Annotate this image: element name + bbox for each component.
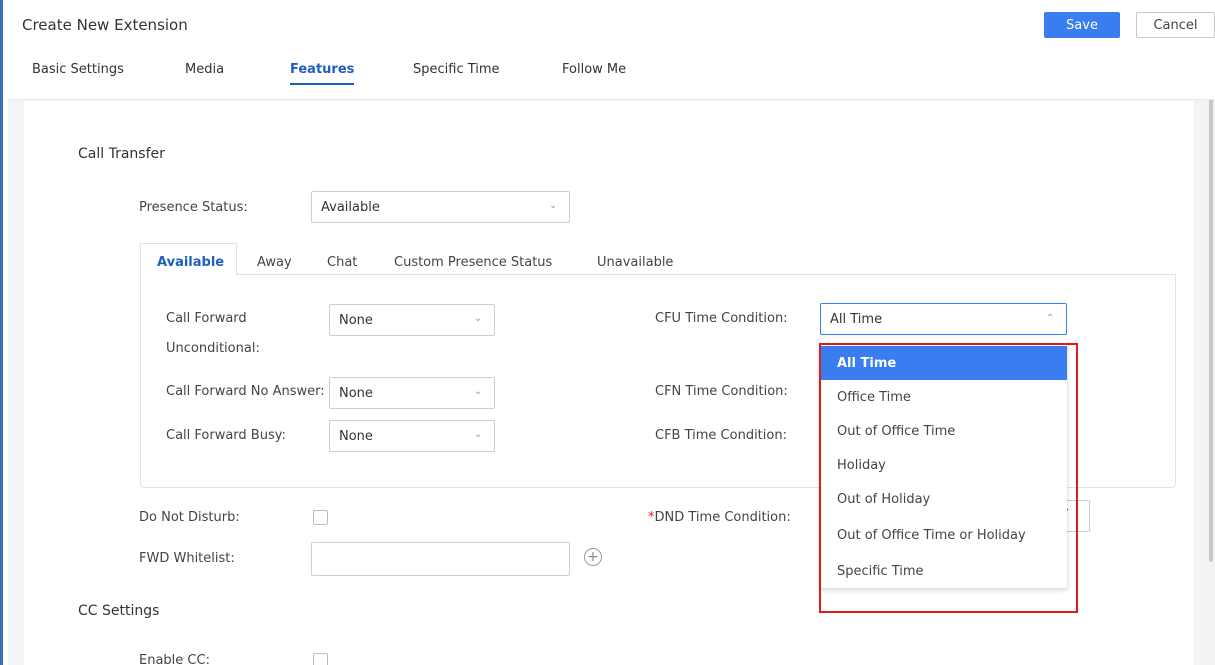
chevron-down-icon: ⌄ (474, 386, 483, 397)
subtab-available[interactable]: Available (157, 255, 224, 270)
tab-media[interactable]: Media (185, 62, 224, 77)
call-forward-busy-select[interactable]: None ⌄ (329, 420, 495, 452)
cfu-time-value: All Time (830, 311, 883, 327)
chevron-down-icon: ⌄ (474, 313, 483, 324)
tab-features[interactable]: Features (290, 62, 355, 85)
cfn-label: Call Forward No Answer: (166, 384, 325, 399)
call-forward-no-answer-select[interactable]: None ⌄ (329, 377, 495, 409)
fwd-whitelist-label: FWD Whitelist: (139, 551, 235, 566)
do-not-disturb-checkbox[interactable] (313, 510, 328, 525)
dnd-time-condition-label: *DND Time Condition: (648, 510, 791, 525)
subtab-unavailable[interactable]: Unavailable (597, 255, 673, 270)
chevron-up-icon: ⌃ (1046, 313, 1055, 324)
subtab-away[interactable]: Away (257, 255, 292, 270)
presence-status-value: Available (321, 199, 380, 215)
call-transfer-title: Call Transfer (78, 146, 165, 162)
save-button[interactable]: Save (1044, 12, 1120, 38)
dnd-time-condition-text: DND Time Condition: (654, 510, 791, 525)
call-forward-unconditional-select[interactable]: None ⌄ (329, 304, 495, 336)
subtab-chat[interactable]: Chat (327, 255, 357, 270)
cancel-button[interactable]: Cancel (1136, 12, 1215, 38)
cfn-time-condition-label: CFN Time Condition: (655, 384, 788, 399)
tab-bar: Basic Settings Media Features Specific T… (8, 58, 908, 92)
do-not-disturb-label: Do Not Disturb: (139, 510, 240, 525)
fwd-whitelist-input[interactable] (311, 542, 570, 576)
scrollbar-thumb[interactable] (1209, 92, 1213, 562)
window-left-edge (0, 0, 3, 665)
page-title: Create New Extension (22, 16, 188, 34)
cfu-time-condition-label: CFU Time Condition: (655, 311, 788, 326)
subtab-custom-presence-status[interactable]: Custom Presence Status (394, 255, 552, 270)
cfb-label: Call Forward Busy: (166, 428, 286, 443)
tab-specific-time[interactable]: Specific Time (413, 62, 500, 77)
cfu-label-line1: Call Forward (166, 311, 247, 326)
annotation-highlight-box (819, 343, 1078, 613)
presence-status-label: Presence Status: (139, 200, 248, 215)
subtabs-divider (140, 274, 1176, 275)
cfu-time-condition-select[interactable]: All Time ⌃ (820, 303, 1067, 335)
cfn-value: None (339, 385, 373, 401)
cfu-value: None (339, 312, 373, 328)
tab-follow-me[interactable]: Follow Me (562, 62, 626, 77)
enable-cc-checkbox[interactable] (313, 653, 328, 665)
chevron-down-icon: ⌄ (474, 429, 483, 440)
cfu-label-line2: Unconditional: (166, 341, 260, 356)
vertical-scrollbar[interactable] (1207, 92, 1215, 665)
enable-cc-label: Enable CC: (139, 653, 210, 665)
cfb-value: None (339, 428, 373, 444)
presence-status-select[interactable]: Available ⌄ (311, 191, 570, 223)
tab-basic-settings[interactable]: Basic Settings (32, 62, 124, 77)
cc-settings-title: CC Settings (78, 603, 160, 619)
add-circle-icon[interactable]: + (584, 548, 602, 566)
chevron-down-icon: ⌄ (549, 200, 558, 211)
cfb-time-condition-label: CFB Time Condition: (655, 428, 787, 443)
header-bar: Create New Extension Save Cancel Basic S… (8, 8, 1215, 100)
